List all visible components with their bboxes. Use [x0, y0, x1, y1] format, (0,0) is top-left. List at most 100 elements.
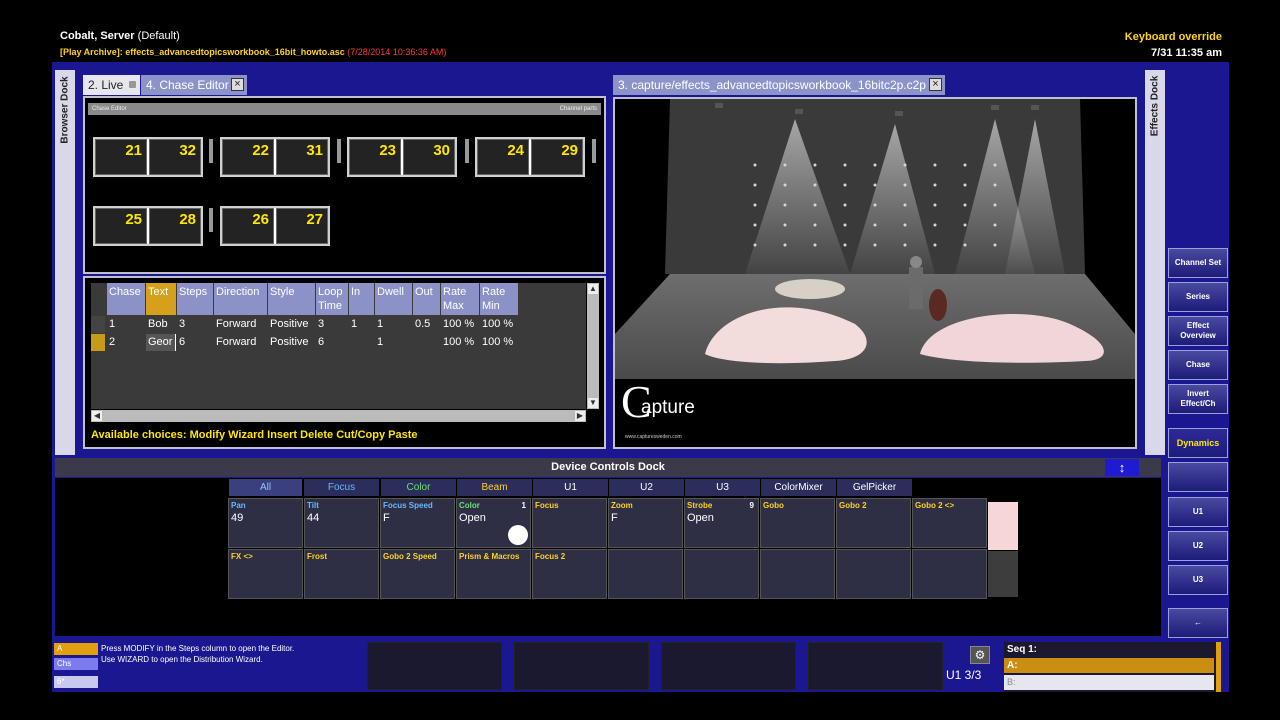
category-tab-u3[interactable]: U3 — [685, 479, 760, 496]
u3-button[interactable]: U3 — [1168, 565, 1228, 595]
param-gobo-2[interactable]: Gobo 2 — [836, 498, 911, 548]
param-gobo-2-speed[interactable]: Gobo 2 Speed — [380, 549, 455, 599]
param-label: Frost — [307, 552, 327, 561]
scroll-down-icon[interactable]: ▼ — [588, 398, 598, 408]
param-empty[interactable] — [684, 549, 759, 599]
softkey[interactable] — [367, 642, 502, 690]
tab-capture[interactable]: 3. capture/effects_advancedtopicsworkboo… — [613, 75, 945, 95]
softkey[interactable] — [661, 642, 796, 690]
effects-dock[interactable]: Effects Dock — [1145, 70, 1165, 455]
param-zoom[interactable]: Zoom F — [608, 498, 683, 548]
effect-overview-button[interactable]: Effect Overview — [1168, 316, 1228, 346]
u2-button[interactable]: U2 — [1168, 531, 1228, 561]
param-strobe[interactable]: Strobe 9 Open — [684, 498, 759, 548]
param-focus-speed[interactable]: Focus Speed F — [380, 498, 455, 548]
back-arrow-button[interactable]: ← — [1168, 608, 1228, 638]
table-cell-edit[interactable]: Geor — [146, 334, 176, 351]
chase-step-box[interactable]: 26 27 — [220, 206, 330, 246]
scroll-left-icon[interactable]: ◀ — [92, 411, 102, 421]
expand-arrow-icon[interactable]: ↕ — [1105, 459, 1139, 476]
close-icon[interactable]: × — [929, 78, 942, 91]
param-gobo[interactable]: Gobo — [760, 498, 835, 548]
category-tab-color[interactable]: Color — [381, 479, 456, 496]
category-tab-u1[interactable]: U1 — [533, 479, 608, 496]
param-frost[interactable]: Frost — [304, 549, 379, 599]
chase-divider — [592, 139, 596, 163]
mode-a-indicator[interactable]: A — [54, 643, 98, 655]
browser-dock[interactable]: Browser Dock — [55, 70, 75, 455]
col-header[interactable]: Direction — [214, 283, 267, 315]
tab-chase-editor[interactable]: 4. Chase Editor × — [141, 75, 247, 95]
color-swatch-secondary[interactable] — [988, 551, 1018, 597]
u1-button[interactable]: U1 — [1168, 497, 1228, 527]
universe-page: U1 3/3 — [946, 668, 982, 682]
scroll-up-icon[interactable]: ▲ — [588, 284, 598, 294]
close-icon[interactable]: × — [231, 78, 244, 91]
command-line[interactable]: 6* — [54, 676, 98, 688]
chase-step-box[interactable]: 25 28 — [93, 206, 203, 246]
table-cell: 6 — [318, 336, 325, 348]
chase-step-box[interactable]: 24 29 — [475, 137, 585, 177]
vertical-scrollbar[interactable]: ▲ ▼ — [587, 283, 599, 409]
param-empty[interactable] — [912, 549, 987, 599]
server-name: Cobalt, Server — [60, 30, 135, 42]
strip-right-label: Channel parts — [559, 106, 597, 112]
col-header[interactable]: Text — [146, 283, 176, 315]
chase-step-channel: 29 — [531, 139, 583, 175]
dynamics-button[interactable]: Dynamics — [1168, 428, 1228, 458]
param-label: Color — [459, 501, 480, 510]
param-focus-2[interactable]: Focus 2 — [532, 549, 607, 599]
series-button[interactable]: Series — [1168, 282, 1228, 312]
color-wheel-knob[interactable] — [508, 525, 528, 545]
chase-divider — [209, 208, 213, 232]
param-prism-macros[interactable]: Prism & Macros — [456, 549, 531, 599]
category-tab-beam[interactable]: Beam — [457, 479, 532, 496]
capture-logo: C apture www.capturesweden.com — [621, 376, 711, 441]
col-header[interactable]: Rate Min — [480, 283, 518, 315]
category-tab-all[interactable]: All — [229, 479, 302, 496]
category-tab-colormixer[interactable]: ColorMixer — [761, 479, 836, 496]
softkey[interactable] — [514, 642, 649, 690]
param-empty[interactable] — [836, 549, 911, 599]
capture-viewport[interactable]: C apture www.capturesweden.com — [613, 97, 1137, 449]
category-tab-gelpicker[interactable]: GelPicker — [837, 479, 912, 496]
chase-step-box[interactable]: 23 30 — [347, 137, 457, 177]
category-tab-focus[interactable]: Focus — [304, 479, 379, 496]
col-header[interactable]: Style — [268, 283, 315, 315]
chase-step-box[interactable]: 22 31 — [220, 137, 330, 177]
sequence-b: B: — [1004, 675, 1214, 690]
blank-button[interactable] — [1168, 462, 1228, 492]
col-header[interactable]: Dwell — [375, 283, 412, 315]
keyboard-override: Keyboard override — [1124, 31, 1222, 43]
param-tilt[interactable]: Tilt 44 — [304, 498, 379, 548]
param-empty[interactable] — [608, 549, 683, 599]
col-header[interactable]: Chase — [107, 283, 145, 315]
col-header[interactable]: Rate Max — [441, 283, 479, 315]
invert-effect-button[interactable]: Invert Effect/Ch — [1168, 384, 1228, 414]
col-header[interactable]: Loop Time — [316, 283, 348, 315]
row-marker — [91, 334, 105, 351]
color-swatch[interactable] — [988, 502, 1018, 550]
param-label: Strobe — [687, 501, 713, 510]
softkey[interactable] — [808, 642, 943, 690]
chase-button[interactable]: Chase — [1168, 350, 1228, 380]
param-pan[interactable]: Pan 49 — [228, 498, 303, 548]
channels-indicator[interactable]: Chs — [54, 658, 98, 670]
param-gobo-2-rotate[interactable]: Gobo 2 <> — [912, 498, 987, 548]
sequence-panel[interactable]: Seq 1: A: B: — [1004, 642, 1216, 692]
chase-step-box[interactable]: 21 32 — [93, 137, 203, 177]
param-focus[interactable]: Focus — [532, 498, 607, 548]
col-header[interactable]: In — [349, 283, 374, 315]
col-header[interactable]: Steps — [177, 283, 213, 315]
server-mode: (Default) — [137, 30, 180, 42]
category-tab-u2[interactable]: U2 — [609, 479, 684, 496]
gear-icon[interactable]: ⚙ — [970, 646, 990, 664]
horizontal-scrollbar[interactable]: ◀ ▶ — [91, 410, 586, 422]
capture-url: www.capturesweden.com — [625, 434, 682, 440]
param-fx[interactable]: FX <> — [228, 549, 303, 599]
col-header[interactable]: Out — [413, 283, 440, 315]
tab-live[interactable]: 2. Live — [83, 75, 140, 95]
scroll-right-icon[interactable]: ▶ — [575, 411, 585, 421]
param-empty[interactable] — [760, 549, 835, 599]
channel-set-button[interactable]: Channel Set — [1168, 248, 1228, 278]
